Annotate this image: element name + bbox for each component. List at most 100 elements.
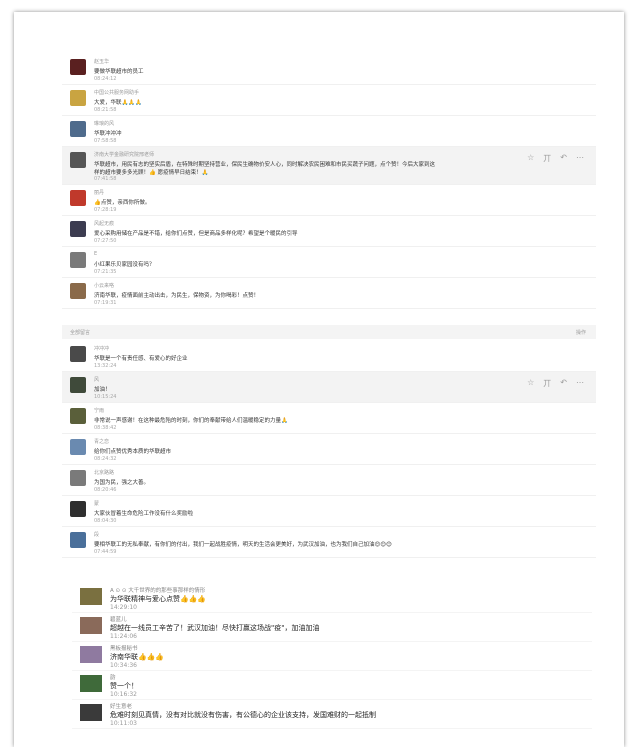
avatar <box>70 532 86 548</box>
comment-text: 济南华联，疫情面前主动出击，为民生，保物资，为你喝彩！点赞！ <box>94 293 260 299</box>
comment-text: 加油！ <box>94 387 111 393</box>
commenter-name: E <box>94 251 98 257</box>
comment-time: 08:04:30 <box>94 518 117 524</box>
comment-time: 07:27:50 <box>94 238 117 244</box>
avatar <box>70 408 86 424</box>
comment-item: 丽丹 👍点赞，亲西你所做。 07:28:19 <box>62 185 596 216</box>
comment-time: 10:15:24 <box>94 394 117 400</box>
comment-text: 为国为民，强之大善。 <box>94 480 150 486</box>
comment-time: 14:29:10 <box>110 604 137 611</box>
section-title: 全部留言 <box>70 330 91 336</box>
reply-icon[interactable]: ↶ <box>560 378 567 389</box>
comment-time: 10:34:36 <box>110 662 137 669</box>
avatar <box>70 346 86 362</box>
comment-actions: ☆ 丌 ↶ ⋯ <box>527 378 584 389</box>
avatar <box>70 121 86 137</box>
comment-time: 08:24:32 <box>94 456 117 462</box>
section-header: 全部留言 操作 <box>62 325 596 339</box>
commenter-name: 段 <box>94 532 100 538</box>
comment-item: 青之恋 给你们点赞优秀本质的华联超市 08:24:32 <box>62 434 596 465</box>
comment-time: 10:11:03 <box>110 720 137 727</box>
avatar <box>80 704 102 721</box>
commenter-name: 好生意老 <box>110 704 133 710</box>
avatar <box>70 252 86 268</box>
avatar <box>80 646 102 663</box>
avatar <box>70 377 86 393</box>
comment-text: 大家伙冒着生命危险工作没有什么奖励啦 <box>94 511 194 517</box>
commenter-name: 北京路路 <box>94 470 115 476</box>
commenter-name: 韵 <box>110 675 116 681</box>
commenter-name: 黑板报秘书 <box>110 646 138 652</box>
comment-text: 济南华联👍👍👍 <box>110 653 165 661</box>
comment-actions: ☆ 丌 ↶ ⋯ <box>527 153 584 164</box>
comment-item: 琳琅的风 华联冲冲冲 07:58:58 <box>62 116 596 147</box>
comment-item: 好生意老 危难时刻见真情，没有对比就没有伤害，有公德心的企业该支持，发国难财的一起… <box>72 700 592 729</box>
comment-item: 蒙大家伙冒着生命危险工作没有什么奖励啦 08:04:30 <box>62 496 596 527</box>
commenter-name: A ⊙ ⊙ 大千世界的的那些事那样的情形 <box>110 588 206 594</box>
comment-time: 13:32:24 <box>94 363 117 369</box>
more-icon[interactable]: ⋯ <box>576 153 584 164</box>
avatar <box>70 59 86 75</box>
avatar <box>70 501 86 517</box>
comment-text: 要做华联超市的员工 <box>94 69 144 75</box>
comment-text: 👍点赞，亲西你所做。 <box>94 200 151 206</box>
comment-time: 07:19:31 <box>94 300 117 306</box>
comment-item: 风加油！ 10:15:24 ☆ 丌 ↶ ⋯ <box>62 372 596 403</box>
comment-item: 韵赞一个！ 10:16:32 <box>72 671 592 700</box>
commenter-name: 风起无痕 <box>94 221 115 227</box>
pin-top-icon[interactable]: 丌 <box>543 378 551 389</box>
comment-text: 爱心采购用储在产品是不错，给你们点赞，但是商品多样化呢？希望是个暖民的引导 <box>94 231 298 237</box>
star-icon[interactable]: ☆ <box>527 378 534 389</box>
comment-time: 07:21:35 <box>94 269 117 275</box>
avatar <box>70 152 86 168</box>
comment-item: 冲冲冲华联是一个有责任感、有爱心的好企业 13:32:24 <box>62 341 596 372</box>
commenter-name: 赵玉华 <box>94 59 110 65</box>
avatar <box>80 675 102 692</box>
avatar <box>70 90 86 106</box>
document-page: 赵玉华 要做华联超市的员工 08:24:12 中国公共服务网助手 大爱，华联🙏🙏🙏 08:… <box>14 12 624 747</box>
avatar <box>70 283 86 299</box>
comment-text: 要相华联工的无私奉献，有你们的付出，我们一起战胜疫情，明天的生活会更美好，为武汉… <box>94 542 392 548</box>
commenter-name: 碧蓝儿 <box>110 617 127 623</box>
comment-item: 段要相华联工的无私奉献，有你们的付出，我们一起战胜疫情，明天的生活会更美好，为武… <box>62 527 596 558</box>
comment-text-line2: 样的超市要多多光顾！👍 愿疫情早日结束！🙏 <box>94 170 209 176</box>
avatar <box>70 470 86 486</box>
comment-text: 大爱，华联🙏🙏🙏 <box>94 100 143 106</box>
commenter-name: 琳琅的风 <box>94 121 115 127</box>
comment-text: 为华联精神与爱心点赞👍👍👍 <box>110 595 207 603</box>
avatar <box>70 439 86 455</box>
comment-time: 10:16:32 <box>110 691 137 698</box>
commenter-name: 风 <box>94 377 100 383</box>
comment-item: 风起无痕爱心采购用储在产品是不错，给你们点赞，但是商品多样化呢？希望是个暖民的引… <box>62 216 596 247</box>
comment-item: A ⊙ ⊙ 大千世界的的那些事那样的情形 为华联精神与爱心点赞👍👍👍 14:29:1… <box>72 584 592 613</box>
commenter-name: 冲冲冲 <box>94 346 110 352</box>
comment-item: E 小红果乐贝家园没有吗？ 07:21:35 <box>62 247 596 278</box>
comment-item: 北京路路为国为民，强之大善。 08:20:46 <box>62 465 596 496</box>
avatar <box>70 221 86 237</box>
comment-item: 小云来咯 济南华联，疫情面前主动出击，为民生，保物资，为你喝彩！点赞！ 07:19:… <box>62 278 596 309</box>
comment-list-all: 冲冲冲 华联是一个有责任感、有爱心的好企业 13:32:24 风加油！ 10:15:24… <box>62 341 596 558</box>
comment-time: 08:21:58 <box>94 107 117 113</box>
comment-time: 11:24:06 <box>110 633 137 640</box>
avatar <box>70 190 86 206</box>
pin-top-icon[interactable]: 丌 <box>543 153 551 164</box>
comment-time: 07:44:59 <box>94 549 117 555</box>
comment-text: 超越在一线员工辛苦了！武汉加油！尽快打赢这场战"疫"，加油加油 <box>110 624 320 632</box>
comment-item: 宁雨 非常说一声感谢！在这种最危殆的时刻，你们的奉献带给人们温暖稳定的力量🙏 08:… <box>62 403 596 434</box>
comment-time: 07:41:58 <box>94 176 117 182</box>
star-icon[interactable]: ☆ <box>527 153 534 164</box>
comment-item: 中国公共服务网助手 大爱，华联🙏🙏🙏 08:21:58 <box>62 85 596 116</box>
comment-time: 08:20:46 <box>94 487 117 493</box>
commenter-name: 青之恋 <box>94 439 110 445</box>
more-icon[interactable]: ⋯ <box>576 378 584 389</box>
comment-item: 济南大学金融研究院邢老师 华联超市，用民有志的坚实后盾，在特殊时期坚持营业，保民生… <box>62 147 596 185</box>
section-operation-link[interactable]: 操作 <box>576 329 586 336</box>
comment-text: 小红果乐贝家园没有吗？ <box>94 262 155 268</box>
comment-text: 华联是一个有责任感、有爱心的好企业 <box>94 356 188 362</box>
comment-text: 非常说一声感谢！在这种最危殆的时刻，你们的奉献带给人们温暖稳定的力量🙏 <box>94 418 288 424</box>
avatar <box>80 588 102 605</box>
reply-icon[interactable]: ↶ <box>560 153 567 164</box>
commenter-name: 丽丹 <box>94 190 105 196</box>
comment-list-mobile: A ⊙ ⊙ 大千世界的的那些事那样的情形 为华联精神与爱心点赞👍👍👍 14:29:1… <box>72 584 592 729</box>
commenter-name: 宁雨 <box>94 408 105 414</box>
